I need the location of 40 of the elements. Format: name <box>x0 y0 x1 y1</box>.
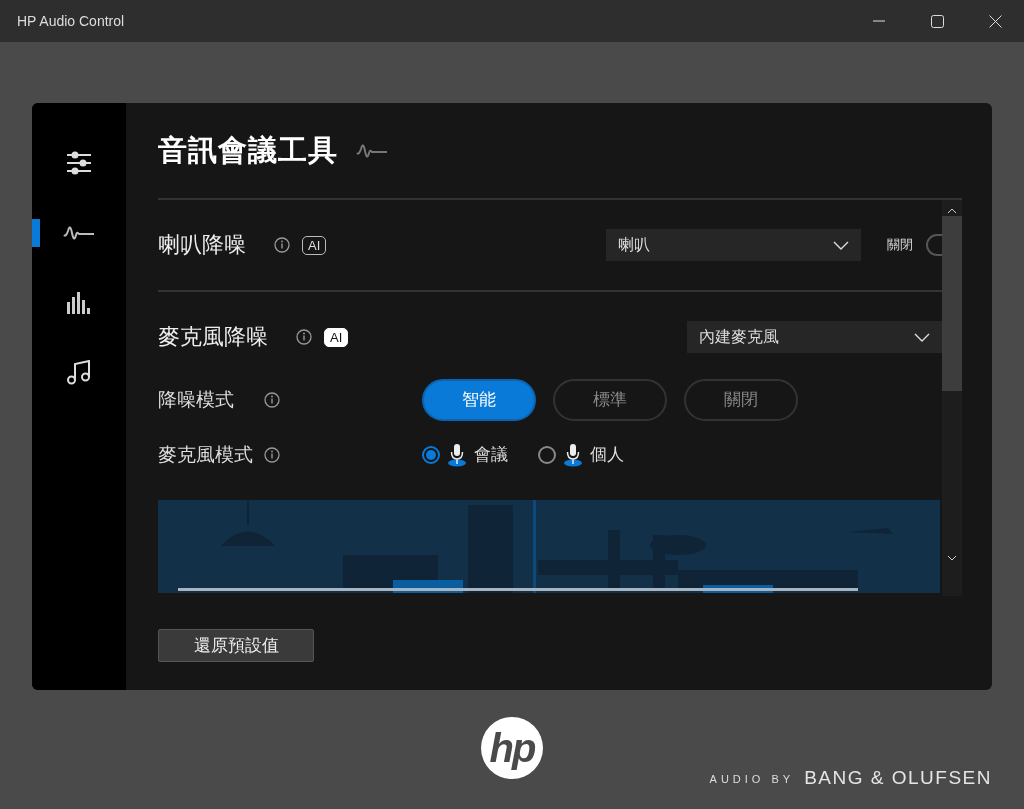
info-icon[interactable] <box>296 329 312 345</box>
radio-label[interactable]: 個人 <box>590 443 624 466</box>
microphone-icon <box>448 442 466 467</box>
close-icon[interactable] <box>988 14 1002 28</box>
info-icon[interactable] <box>264 391 280 408</box>
chevron-down-icon <box>833 240 849 250</box>
device-dropdown[interactable]: 內建麥克風 <box>687 321 942 353</box>
ai-badge: AI <box>324 327 349 347</box>
switch-label: 關閉 <box>887 236 913 254</box>
page-title: 音訊會議工具 <box>158 132 338 168</box>
setting-label: 麥克風模式 <box>158 442 254 467</box>
device-dropdown[interactable]: 喇叭 <box>606 229 861 261</box>
mode-button[interactable]: 智能 <box>422 378 536 421</box>
section-label: 喇叭降噪 <box>158 231 246 259</box>
equalizer-icon[interactable] <box>66 290 92 316</box>
radio-button[interactable] <box>422 445 440 464</box>
dropdown-value: 喇叭 <box>618 234 650 255</box>
ai-badge: AI <box>302 235 327 255</box>
radio-label[interactable]: 會議 <box>474 443 508 466</box>
brand-name: BANG & OLUFSEN <box>804 767 992 789</box>
info-icon[interactable] <box>274 237 290 253</box>
scroll-up-icon[interactable] <box>947 208 957 214</box>
microphone-icon <box>564 442 582 467</box>
sliders-icon[interactable] <box>66 150 92 176</box>
scroll-down-icon[interactable] <box>947 555 957 561</box>
section-label: 麥克風降噪 <box>158 323 268 351</box>
window-title: HP Audio Control <box>17 13 126 29</box>
chevron-down-icon <box>914 332 930 342</box>
radio-button[interactable] <box>538 445 556 464</box>
mode-button[interactable]: 標準 <box>553 378 667 421</box>
scrollbar-thumb[interactable] <box>942 216 962 391</box>
music-note-icon[interactable] <box>66 360 92 386</box>
info-icon[interactable] <box>264 446 280 463</box>
reset-defaults-button[interactable]: 還原預設值 <box>158 629 314 662</box>
dropdown-value: 內建麥克風 <box>699 326 779 347</box>
setting-label: 降噪模式 <box>158 387 235 412</box>
tagline: AUDIO BY <box>709 773 795 785</box>
mode-button[interactable]: 關閉 <box>684 378 798 421</box>
logo: hp <box>481 717 543 779</box>
maximize-icon[interactable] <box>930 14 944 28</box>
